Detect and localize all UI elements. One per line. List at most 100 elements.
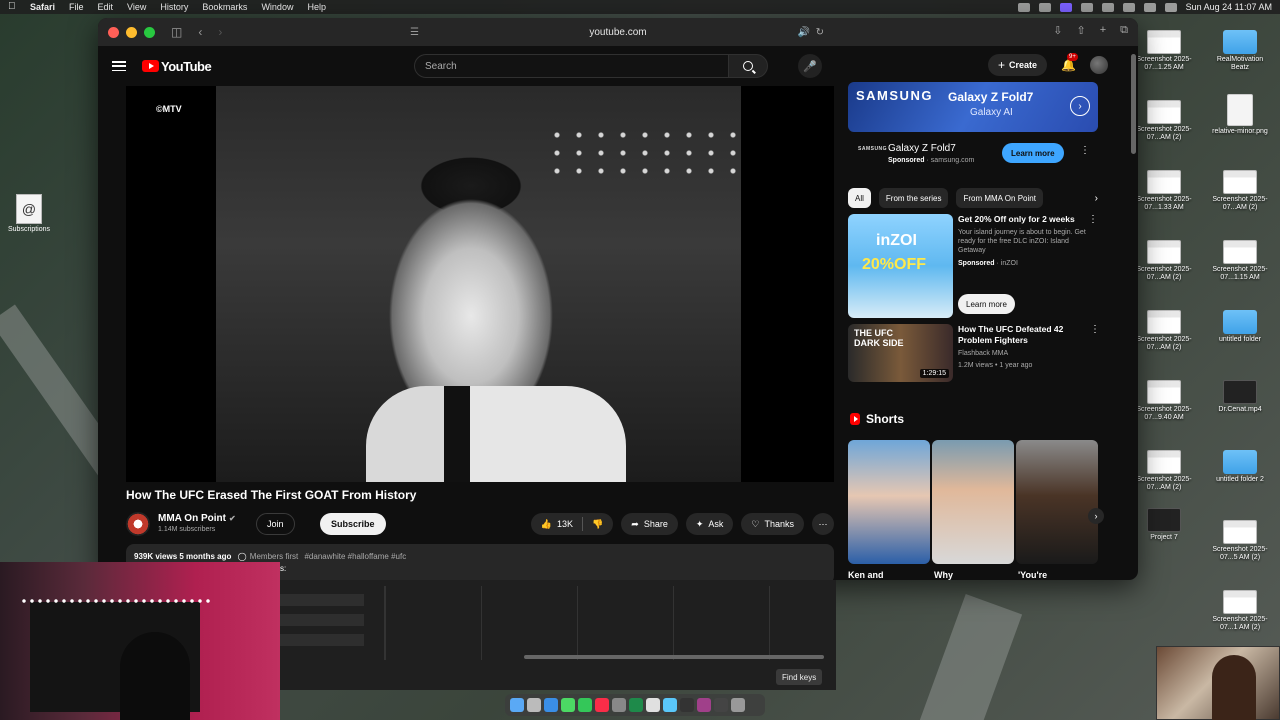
desktop-icon[interactable]: Screenshot 2025-07...AM (2) (1134, 100, 1194, 142)
chevron-right-icon[interactable]: › (1088, 508, 1104, 524)
reload-icon[interactable]: ↻ (816, 27, 824, 38)
app-icon[interactable] (714, 698, 728, 712)
video-player[interactable]: ©MTV (126, 86, 834, 482)
ask-button[interactable]: ✦ Ask (685, 513, 734, 535)
page-scrollbar[interactable] (1131, 54, 1136, 154)
desktop-icon[interactable]: untitled folder 2 (1210, 450, 1270, 484)
short-thumbnail[interactable] (848, 440, 930, 564)
short-title[interactable]: Ken and (848, 570, 884, 580)
menu-file[interactable]: File (69, 2, 84, 12)
voice-search-button[interactable]: 🎤 (798, 54, 822, 78)
desktop-icon[interactable]: Screenshot 2025-07...AM (2) (1210, 170, 1270, 212)
desktop-icon[interactable]: Screenshot 2025-07...AM (2) (1134, 310, 1194, 352)
ad-learn-more-button[interactable]: Learn more (1002, 143, 1064, 163)
zoom-window-button[interactable] (144, 26, 155, 38)
menu-clock[interactable]: Sun Aug 24 11:07 AM (1186, 2, 1272, 12)
desktop-icon[interactable]: Screenshot 2025-07...1.15 AM (1210, 240, 1270, 282)
desktop-icon[interactable]: Project 7 (1134, 508, 1194, 542)
back-icon[interactable]: ‹ (198, 25, 202, 39)
short-thumbnail[interactable] (1016, 440, 1098, 564)
search-icon[interactable] (1143, 2, 1156, 12)
download-icon[interactable]: ⇩ (1053, 24, 1062, 37)
search-input[interactable] (414, 54, 728, 78)
desktop-icon[interactable]: Dr.Cenat.mp4 (1210, 380, 1270, 414)
create-button[interactable]: + Create (988, 54, 1048, 76)
new-tab-icon[interactable]: + (1100, 24, 1106, 37)
timeline-track[interactable] (280, 594, 364, 606)
settings-icon[interactable] (612, 698, 626, 712)
reader-icon[interactable]: ☰ (410, 27, 419, 38)
menu-icon[interactable] (112, 61, 126, 71)
audio-playing-icon[interactable]: 🔊 (798, 27, 810, 38)
app-icon[interactable] (646, 698, 660, 712)
menu-history[interactable]: History (160, 2, 188, 12)
desktop-icon[interactable]: Screenshot 2025-07...5 AM (2) (1210, 520, 1270, 562)
screen-record-icon[interactable] (1059, 2, 1072, 12)
forward-icon[interactable]: › (218, 25, 222, 39)
menu-bookmarks[interactable]: Bookmarks (202, 2, 247, 12)
thanks-button[interactable]: ♡ Thanks (741, 513, 804, 535)
launchpad-icon[interactable] (527, 698, 541, 712)
chip-from-series[interactable]: From the series (878, 188, 949, 208)
safari-icon[interactable] (544, 698, 558, 712)
channel-name[interactable]: MMA On Point ✔ (158, 513, 236, 524)
subscribe-button[interactable]: Subscribe (320, 513, 386, 535)
chevron-right-icon[interactable]: › (1095, 193, 1098, 204)
youtube-logo[interactable]: YouTube (142, 59, 212, 74)
channel-avatar[interactable] (126, 512, 150, 536)
short-thumbnail[interactable] (932, 440, 1014, 564)
app-icon[interactable] (663, 698, 677, 712)
share-icon[interactable]: ⇧ (1076, 24, 1085, 37)
app-icon[interactable] (697, 698, 711, 712)
rec-learn-more-button[interactable]: Learn more (958, 294, 1015, 314)
rec-thumbnail[interactable]: THE UFC DARK SIDE 1:29:15 (848, 324, 953, 382)
app-icon[interactable] (629, 698, 643, 712)
join-button[interactable]: Join (256, 513, 295, 535)
control-center-icon[interactable] (1164, 2, 1177, 12)
menu-app-name[interactable]: Safari (30, 2, 55, 12)
chevron-right-icon[interactable]: › (1070, 96, 1090, 116)
chip-from-channel[interactable]: From MMA On Point (956, 188, 1043, 208)
desktop-icon[interactable]: relative-minor.png (1210, 94, 1270, 136)
wifi-icon[interactable] (1122, 2, 1135, 12)
app-icon[interactable] (680, 698, 694, 712)
music-icon[interactable] (595, 698, 609, 712)
battery-icon[interactable] (1101, 2, 1114, 12)
desktop-icon[interactable]: RealMotivation Beatz (1210, 30, 1270, 72)
desktop-icon[interactable]: Screenshot 2025-07...AM (2) (1134, 240, 1194, 282)
desktop-icon[interactable]: Screenshot 2025-07...1.25 AM (1134, 30, 1194, 72)
close-window-button[interactable] (108, 26, 119, 38)
menu-help[interactable]: Help (307, 2, 326, 12)
rec-thumbnail[interactable]: inZOI 20%OFF (848, 214, 953, 318)
apple-icon[interactable]:  (8, 2, 18, 12)
more-vert-icon[interactable]: ⋮ (1080, 145, 1090, 156)
ad-banner[interactable]: SAMSUNG Galaxy Z Fold7 Galaxy AI › (848, 82, 1098, 132)
sidebar-toggle-icon[interactable]: ◫ (171, 25, 182, 39)
more-actions-button[interactable]: ⋯ (812, 513, 834, 535)
search-button[interactable] (728, 54, 768, 78)
menu-view[interactable]: View (127, 2, 146, 12)
status-icon[interactable] (1017, 2, 1030, 12)
ad-name[interactable]: Galaxy Z Fold7 (888, 143, 956, 154)
dislike-icon[interactable]: 👎 (592, 519, 603, 530)
notifications-button[interactable]: 🔔 9+ (1061, 53, 1078, 72)
trash-icon[interactable] (731, 698, 745, 712)
desktop-icon[interactable]: Screenshot 2025-07...9.40 AM (1134, 380, 1194, 422)
find-keys-button[interactable]: Find keys (776, 669, 823, 685)
desktop-icon[interactable]: Screenshot 2025-07...1 AM (2) (1210, 590, 1270, 632)
facetime-icon[interactable] (578, 698, 592, 712)
desktop-icon[interactable]: untitled folder (1210, 310, 1270, 344)
like-icon[interactable]: 👍 (541, 519, 552, 530)
timeline-track[interactable] (280, 634, 364, 646)
desktop-icon[interactable]: Screenshot 2025-07...1.33 AM (1134, 170, 1194, 212)
like-count[interactable]: 13K (557, 519, 573, 529)
desktop-icon[interactable]: Screenshot 2025-07...AM (2) (1134, 450, 1194, 492)
more-vert-icon[interactable]: ⋮ (1088, 214, 1098, 225)
play-icon[interactable] (1080, 2, 1093, 12)
short-title[interactable]: 'You're (1018, 570, 1047, 580)
share-button[interactable]: ➦ Share (621, 513, 678, 535)
short-title[interactable]: Why (934, 570, 953, 580)
messages-icon[interactable] (561, 698, 575, 712)
sponsored-rec[interactable]: inZOI 20%OFF Get 20% Off only for 2 week… (848, 214, 1098, 318)
finder-icon[interactable] (510, 698, 524, 712)
